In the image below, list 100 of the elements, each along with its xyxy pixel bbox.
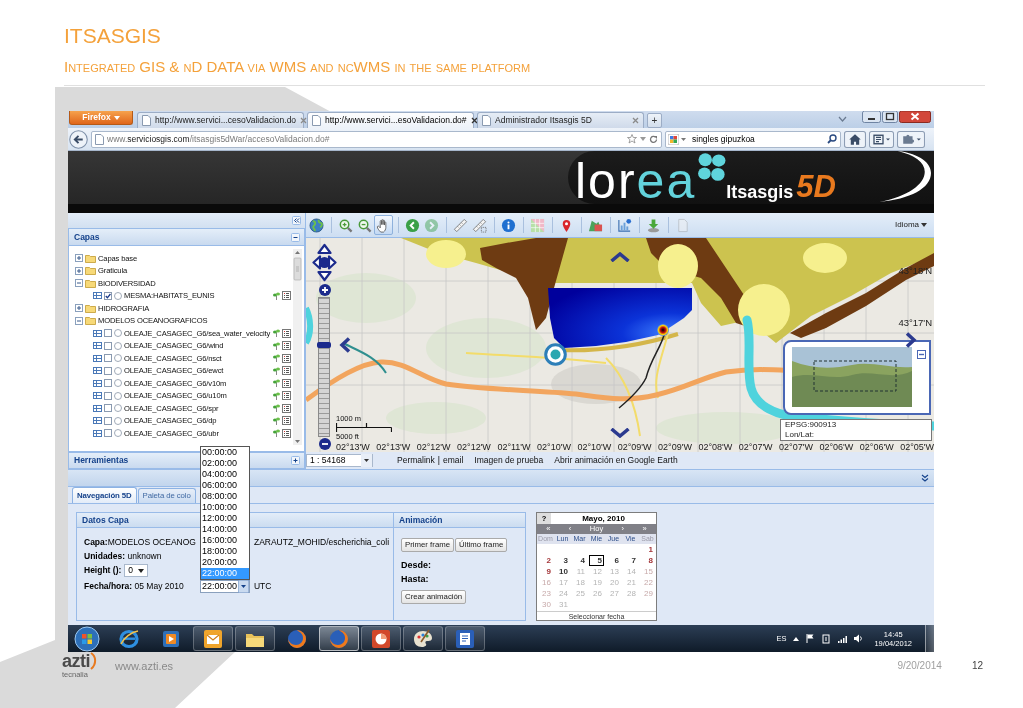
sprout-icon[interactable]: [273, 379, 280, 388]
legend-icon[interactable]: [282, 378, 291, 388]
color-tiles-icon[interactable]: [668, 133, 679, 145]
calendar-day[interactable]: 8: [641, 556, 654, 565]
time-option[interactable]: 18:00:00: [200, 545, 249, 557]
legend-icon[interactable]: [282, 341, 291, 351]
taskbar-app-button[interactable]: [193, 626, 233, 651]
show-desktop-button[interactable]: [925, 625, 934, 652]
sprout-icon[interactable]: [273, 341, 280, 350]
browser-tab[interactable]: http://www.servici...esoValidacion.do#: [307, 112, 474, 128]
legend-icon[interactable]: [282, 328, 291, 338]
table-icon[interactable]: [93, 429, 102, 437]
layer-radio[interactable]: [114, 341, 122, 350]
tool-button[interactable]: [374, 215, 393, 235]
scrollbar[interactable]: [293, 249, 302, 445]
layer-radio[interactable]: [114, 416, 122, 425]
legend-icon[interactable]: [282, 353, 291, 363]
address-field[interactable]: www.serviciosgis.com/itsasgis5dWar/accesoValidacion.do#: [91, 130, 662, 148]
layer-radio[interactable]: [114, 379, 122, 388]
calendar-day[interactable]: 9: [539, 567, 552, 576]
pan-control-icon[interactable]: [312, 243, 337, 282]
maximize-icon[interactable]: [882, 111, 898, 123]
zoom-out-icon[interactable]: [319, 438, 331, 450]
minus-box-icon[interactable]: [917, 350, 926, 359]
table-icon[interactable]: [93, 367, 102, 375]
browser-tab[interactable]: http://www.servici...cesoValidacion.do: [137, 112, 304, 128]
sprout-icon[interactable]: [273, 429, 280, 438]
calendar-day[interactable]: 6: [607, 556, 620, 565]
sprout-icon[interactable]: [273, 404, 280, 413]
chevron-up-icon[interactable]: [793, 636, 800, 641]
layer-radio[interactable]: [114, 291, 122, 300]
tool-button[interactable]: [307, 215, 326, 235]
zoom-in-icon[interactable]: [319, 284, 331, 296]
sprout-icon[interactable]: [273, 354, 280, 363]
speaker-icon[interactable]: [854, 634, 864, 643]
flag-icon[interactable]: [806, 634, 816, 643]
calendar-day[interactable]: 3: [556, 556, 569, 565]
time-option[interactable]: 20:00:00: [200, 556, 249, 568]
time-option[interactable]: 08:00:00: [200, 490, 249, 502]
chevron-left-icon[interactable]: [339, 337, 351, 353]
plus-icon[interactable]: [291, 456, 300, 465]
minus-icon[interactable]: [291, 232, 300, 242]
table-icon[interactable]: [93, 392, 102, 400]
list-menu-icon[interactable]: [869, 130, 894, 148]
layer-checkbox[interactable]: [104, 404, 112, 413]
sprout-icon[interactable]: [273, 391, 280, 400]
tab-list-icon[interactable]: [838, 116, 847, 122]
sprout-icon[interactable]: [273, 366, 280, 375]
time-option[interactable]: 00:00:00: [200, 446, 249, 458]
legend-icon[interactable]: [282, 291, 291, 301]
image-link[interactable]: Imagen de prueba: [474, 454, 544, 466]
layer-checkbox[interactable]: [104, 416, 112, 425]
browser-tab[interactable]: Administrador Itsasgis 5D: [477, 112, 644, 128]
layer-checkbox[interactable]: [104, 391, 112, 400]
layer-checkbox[interactable]: [104, 366, 112, 375]
taskbar-app-button[interactable]: [235, 626, 275, 651]
language-menu[interactable]: Idioma: [895, 220, 927, 230]
sprout-icon[interactable]: [273, 329, 280, 338]
time-option[interactable]: 14:00:00: [200, 523, 249, 535]
table-icon[interactable]: [93, 379, 102, 387]
back-icon[interactable]: [69, 129, 88, 149]
legend-icon[interactable]: [282, 428, 291, 438]
caret-icon[interactable]: [640, 137, 646, 141]
reload-icon[interactable]: [649, 134, 658, 144]
table-icon[interactable]: [93, 342, 102, 350]
legend-icon[interactable]: [282, 366, 291, 376]
taskbar-app-button[interactable]: [319, 626, 359, 651]
star-icon[interactable]: [627, 134, 637, 144]
plus-box-icon[interactable]: [75, 304, 83, 313]
search-field[interactable]: singles gipuzkoa: [665, 130, 841, 148]
layer-radio[interactable]: [114, 366, 122, 375]
time-option[interactable]: 04:00:00: [200, 468, 249, 480]
sprout-icon[interactable]: [273, 416, 280, 425]
minimize-icon[interactable]: [862, 111, 881, 123]
calendar-day[interactable]: 4: [573, 556, 586, 565]
caret-icon[interactable]: [681, 137, 686, 141]
table-icon[interactable]: [93, 292, 102, 300]
double-chevron-down-icon[interactable]: [921, 474, 929, 482]
layer-radio[interactable]: [114, 391, 122, 400]
calendar-day[interactable]: 1: [641, 545, 654, 554]
layer-radio[interactable]: [114, 404, 122, 413]
legend-icon[interactable]: [282, 391, 291, 401]
sprout-icon[interactable]: [273, 291, 280, 300]
close-icon[interactable]: [470, 117, 478, 124]
legend-icon[interactable]: [282, 416, 291, 426]
chevron-down-icon[interactable]: [610, 428, 630, 438]
device-icon[interactable]: [822, 633, 831, 644]
time-option[interactable]: 12:00:00: [200, 512, 249, 524]
layer-checkbox[interactable]: [104, 329, 112, 338]
layer-radio[interactable]: [114, 354, 122, 363]
puzzle-icon[interactable]: [897, 130, 925, 148]
scale-select[interactable]: 1 : 54168: [306, 453, 373, 467]
collapse-left-icon[interactable]: [292, 216, 301, 225]
layer-checkbox[interactable]: [104, 341, 112, 350]
layer-checkbox[interactable]: [104, 291, 112, 300]
plus-box-icon[interactable]: [75, 266, 83, 275]
signal-bars-icon[interactable]: [837, 634, 848, 643]
plus-box-icon[interactable]: [75, 254, 83, 263]
time-option[interactable]: 06:00:00: [200, 479, 249, 491]
calendar-day[interactable]: 2: [539, 556, 552, 565]
